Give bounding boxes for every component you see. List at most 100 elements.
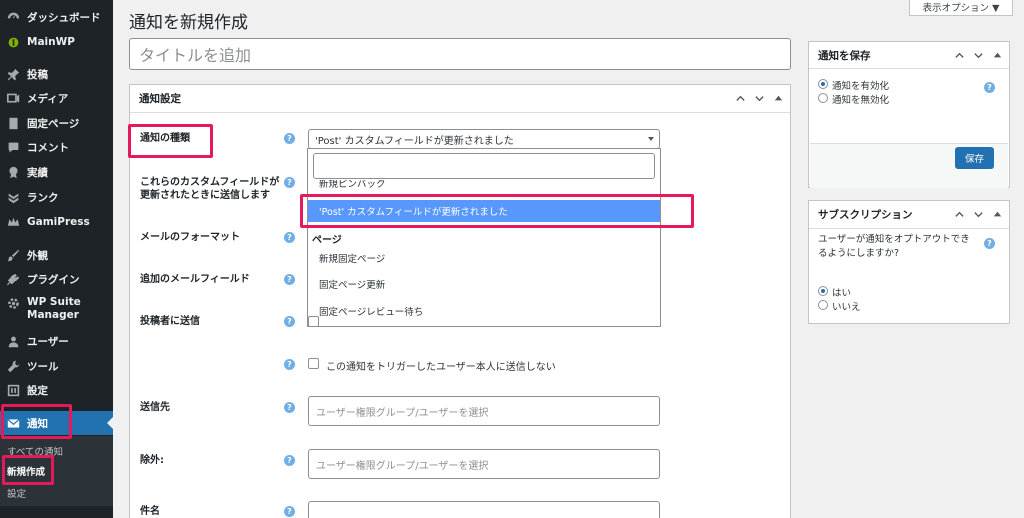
menu-item-mainwp[interactable]: MainWP	[0, 30, 113, 54]
help-icon[interactable]: ?	[284, 274, 295, 285]
chevron-down-icon	[648, 137, 654, 141]
gear-icon	[6, 296, 20, 310]
subscription-yes-radio[interactable]	[818, 286, 828, 296]
dropdown-option-selected[interactable]: 'Post' カスタムフィールドが更新されました	[308, 200, 660, 222]
pin-icon	[6, 67, 20, 81]
menu-label: 投稿	[27, 68, 48, 81]
move-down-icon[interactable]	[753, 92, 765, 104]
menu-item-comments[interactable]: コメント	[0, 135, 113, 159]
menu-item-users[interactable]: ユーザー	[0, 329, 113, 353]
submenu-all-notifications[interactable]: すべての通知	[7, 444, 63, 458]
mainwp-icon	[6, 35, 20, 49]
menu-item-rank[interactable]: ランク	[0, 185, 113, 209]
brush-icon	[6, 248, 20, 262]
no-trigger-user-checkbox[interactable]	[308, 358, 319, 369]
menu-item-achievements[interactable]: 実績	[0, 160, 113, 184]
enable-notification-radio[interactable]	[818, 79, 828, 89]
help-icon[interactable]: ?	[284, 359, 295, 370]
rank-icon	[6, 190, 20, 204]
extra-email-fields-label: 追加のメールフィールド	[140, 274, 250, 285]
move-down-icon[interactable]	[972, 208, 984, 220]
send-author-checkbox[interactable]	[308, 316, 319, 327]
menu-label: 実績	[27, 166, 48, 179]
dropdown-option[interactable]: 新規固定ページ	[308, 247, 660, 269]
save-button[interactable]: 保存	[955, 147, 994, 169]
screen-options-button[interactable]: 表示オプション ▼	[909, 0, 1013, 16]
postbox-controls	[734, 92, 784, 104]
menu-item-wp-suite-manager[interactable]: WP Suite Manager	[0, 292, 113, 326]
disable-notification-radio[interactable]	[818, 93, 828, 103]
user-icon	[6, 334, 20, 348]
menu-item-appearance[interactable]: 外観	[0, 243, 113, 267]
plugin-icon	[6, 272, 20, 286]
move-down-icon[interactable]	[972, 49, 984, 61]
move-up-icon[interactable]	[953, 208, 965, 220]
notification-type-select[interactable]: 'Post' カスタムフィールドが更新されました	[308, 129, 660, 149]
menu-label: メディア	[27, 92, 69, 105]
menu-label: プラグイン	[27, 273, 80, 286]
subscription-no-radio[interactable]	[818, 300, 828, 310]
menu-item-notifications[interactable]: 通知	[0, 411, 113, 435]
send-to-author-label: 投稿者に送信	[140, 316, 200, 327]
email-format-label: メールのフォーマット	[140, 232, 240, 243]
dropdown-option[interactable]: 固定ページレビュー待ち	[308, 300, 660, 322]
move-up-icon[interactable]	[953, 49, 965, 61]
menu-label: MainWP	[27, 36, 75, 48]
postbox-title: サブスクリプション	[818, 209, 913, 221]
help-icon[interactable]: ?	[284, 177, 295, 188]
menu-item-settings[interactable]: 設定	[0, 378, 113, 402]
menu-item-pages[interactable]: 固定ページ	[0, 111, 113, 135]
postbox-header: 通知を保存	[809, 42, 1009, 69]
menu-item-dashboard[interactable]: ダッシュボード	[0, 5, 113, 29]
postbox-title: 通知設定	[139, 93, 181, 105]
menu-label: ダッシュボード	[27, 11, 101, 24]
current-menu-arrow	[107, 417, 113, 429]
menu-item-gamipress[interactable]: GamiPress	[0, 210, 113, 234]
move-up-icon[interactable]	[734, 92, 746, 104]
menu-label: 通知	[27, 417, 48, 430]
help-icon[interactable]: ?	[284, 232, 295, 243]
submenu-add-new[interactable]: 新規作成	[7, 464, 45, 478]
postbox-header: 通知設定	[130, 85, 790, 113]
exclude-input[interactable]: ユーザー権限グループ/ユーザーを選択	[308, 449, 660, 479]
menu-label: 設定	[27, 384, 48, 397]
menu-label: GamiPress	[27, 216, 90, 228]
menu-item-plugins[interactable]: プラグイン	[0, 267, 113, 291]
custom-fields-label: これらのカスタムフィールドが更新されたときに送信します	[140, 177, 280, 201]
menu-label: WP Suite Manager	[27, 296, 81, 321]
postbox-controls	[953, 208, 1003, 220]
menu-item-media[interactable]: メディア	[0, 86, 113, 110]
toggle-panel-icon[interactable]	[991, 49, 1003, 61]
toggle-panel-icon[interactable]	[772, 92, 784, 104]
exclude-label: 除外:	[140, 455, 164, 466]
help-icon[interactable]: ?	[284, 455, 295, 466]
subscription-no-label: いいえ	[832, 302, 861, 313]
subject-input[interactable]	[308, 501, 660, 518]
dashboard-icon	[6, 10, 20, 24]
menu-label: コメント	[27, 141, 69, 154]
page-icon	[6, 116, 20, 130]
menu-label: ツール	[27, 360, 59, 373]
menu-item-tools[interactable]: ツール	[0, 354, 113, 378]
subscription-yes-label: はい	[832, 288, 852, 299]
title-input[interactable]: タイトルを追加	[129, 38, 791, 70]
dropdown-option[interactable]: 固定ページ更新	[308, 273, 660, 295]
subject-label: 件名	[140, 506, 160, 517]
help-icon[interactable]: ?	[284, 316, 295, 327]
help-icon[interactable]: ?	[984, 238, 995, 249]
dropdown-search-input[interactable]	[313, 153, 655, 179]
help-icon[interactable]: ?	[284, 506, 295, 517]
toggle-panel-icon[interactable]	[991, 208, 1003, 220]
submenu-settings[interactable]: 設定	[7, 486, 26, 500]
help-icon[interactable]: ?	[984, 82, 995, 93]
dropdown-option[interactable]: 新規ピンバック	[308, 180, 660, 190]
notification-type-label: 通知の種類	[140, 133, 190, 144]
recipients-input[interactable]: ユーザー権限グループ/ユーザーを選択	[308, 396, 660, 426]
settings-icon	[6, 383, 20, 397]
subscription-question: ユーザーが通知をオプトアウトできるようにしますか?	[818, 234, 970, 259]
menu-item-posts[interactable]: 投稿	[0, 62, 113, 86]
help-icon[interactable]: ?	[284, 133, 295, 144]
enable-notification-label: 通知を有効化	[832, 81, 890, 92]
menu-label: 外観	[27, 249, 48, 262]
help-icon[interactable]: ?	[284, 402, 295, 413]
